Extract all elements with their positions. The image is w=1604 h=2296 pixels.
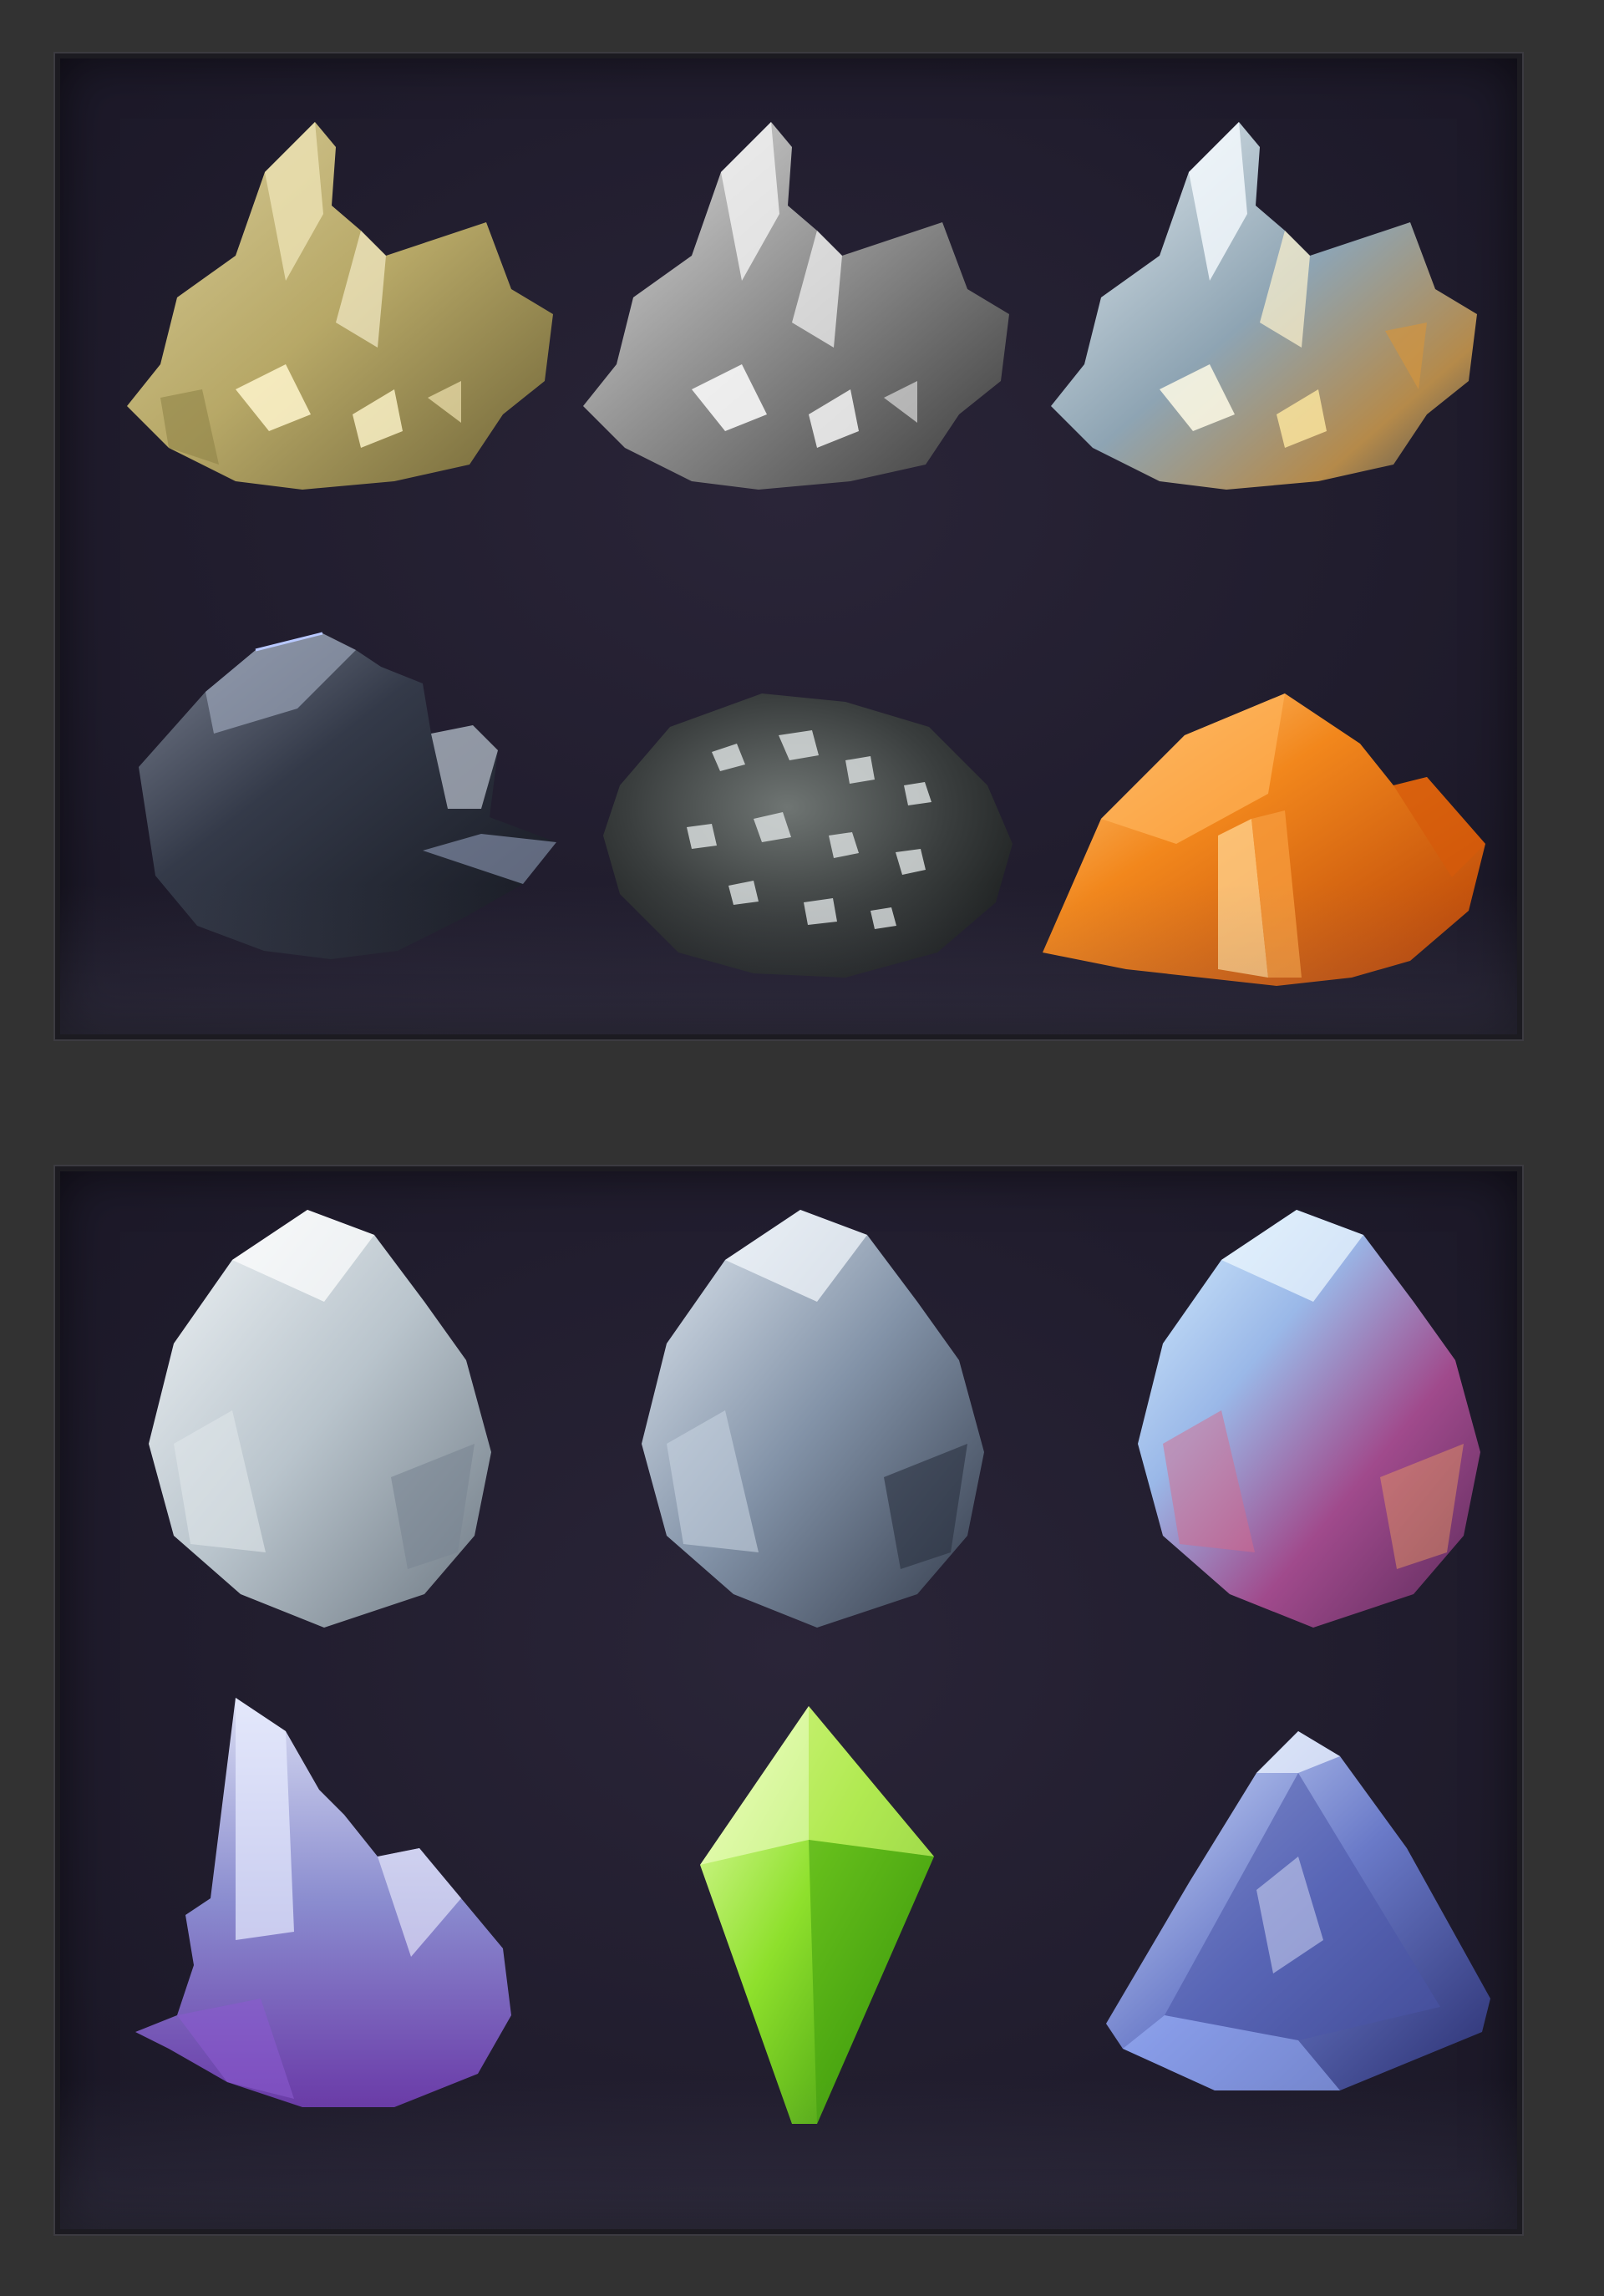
orange-crystal-cluster-icon xyxy=(1034,627,1502,1011)
steel-blue-gem-icon xyxy=(633,1201,1018,1636)
dark-metal-ore-icon xyxy=(130,600,598,984)
white-gem-icon xyxy=(140,1201,525,1636)
gold-crystal-cluster-icon xyxy=(110,114,595,523)
speckled-rock-ore-icon xyxy=(561,643,1063,1011)
silver-crystal-cluster-icon xyxy=(566,114,1051,523)
gem-panel xyxy=(55,1166,1522,2234)
ore-panel xyxy=(55,53,1522,1039)
blue-trillion-gem-icon xyxy=(1089,1723,1517,2124)
amethyst-crystal-cluster-icon xyxy=(127,1681,595,2132)
pale-blue-crystal-cluster-icon xyxy=(1034,114,1517,523)
iridescent-purple-gem-icon xyxy=(1129,1201,1514,1636)
green-diamond-crystal-icon xyxy=(642,1698,976,2132)
